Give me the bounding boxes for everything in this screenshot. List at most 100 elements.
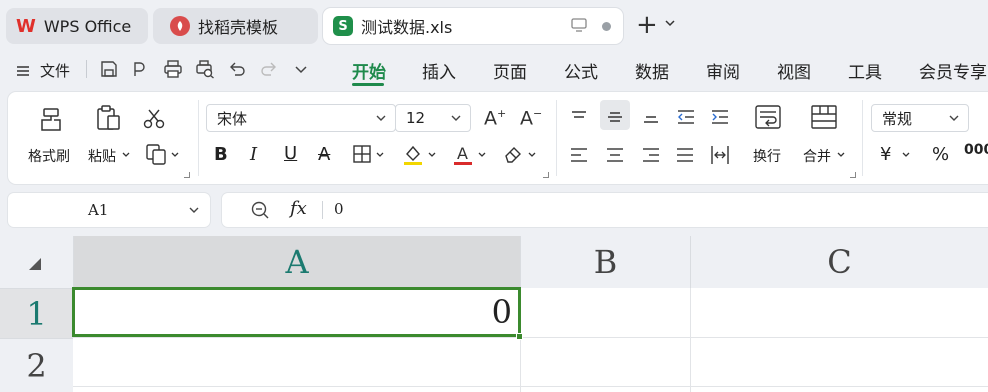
italic-icon[interactable]: I xyxy=(250,144,257,165)
merge-cells-label[interactable]: 合并 xyxy=(803,146,831,166)
print-preview-icon[interactable] xyxy=(195,59,215,79)
clear-format-icon[interactable] xyxy=(502,144,524,164)
row-header-1[interactable]: 1 xyxy=(0,288,73,338)
font-color-icon[interactable]: A xyxy=(452,142,474,166)
tab-insert[interactable]: 插入 xyxy=(422,58,456,83)
justify-icon[interactable] xyxy=(676,146,694,164)
tab-review[interactable]: 审阅 xyxy=(706,58,740,83)
alignment-launcher-icon[interactable] xyxy=(850,172,856,178)
name-box[interactable]: A1 xyxy=(8,193,210,227)
monitor-icon[interactable] xyxy=(571,18,587,32)
align-left-icon[interactable] xyxy=(570,146,588,164)
increase-font-icon[interactable]: A+ xyxy=(484,107,506,129)
chevron-down-icon[interactable] xyxy=(664,18,676,28)
gridline xyxy=(73,386,988,387)
tab-data[interactable]: 数据 xyxy=(635,58,669,83)
border-icon[interactable] xyxy=(352,144,372,164)
font-name-select[interactable]: 宋体 xyxy=(206,104,396,132)
wrap-text-label[interactable]: 换行 xyxy=(753,146,781,166)
chevron-down-icon[interactable] xyxy=(291,59,311,79)
strikethrough-icon[interactable]: A xyxy=(318,144,330,165)
undo-icon[interactable] xyxy=(227,59,247,79)
export-pdf-icon[interactable] xyxy=(129,59,149,79)
svg-text:A: A xyxy=(457,144,468,163)
tab-home[interactable]: 开始 xyxy=(352,58,386,83)
tab-current-file[interactable]: S 测试数据.xls xyxy=(323,8,623,44)
column-header-b[interactable]: B xyxy=(520,236,690,288)
chevron-down-icon[interactable] xyxy=(478,152,486,158)
column-header-a[interactable]: A xyxy=(73,236,520,288)
unsaved-dot-icon[interactable] xyxy=(602,22,611,31)
wrap-text-icon[interactable] xyxy=(754,104,782,134)
tab-view[interactable]: 视图 xyxy=(777,58,811,83)
tab-formula[interactable]: 公式 xyxy=(564,58,598,83)
chevron-down-icon[interactable] xyxy=(837,152,845,158)
number-format-select[interactable]: 常规 xyxy=(871,104,969,132)
divider xyxy=(862,100,863,176)
column-header-c[interactable]: C xyxy=(690,236,988,288)
chevron-down-icon[interactable] xyxy=(188,205,200,215)
cell-a1[interactable]: 0 xyxy=(72,287,521,337)
distributed-align-icon[interactable] xyxy=(710,144,730,166)
bold-icon[interactable]: B xyxy=(214,144,228,165)
tab-label: WPS Office xyxy=(43,16,132,36)
formula-input[interactable]: 0 xyxy=(334,200,344,218)
clipboard-launcher-icon[interactable] xyxy=(184,172,190,178)
fill-color-icon[interactable] xyxy=(402,142,424,166)
chevron-down-icon[interactable] xyxy=(902,152,910,158)
align-bottom-icon[interactable] xyxy=(642,108,660,126)
tab-tools[interactable]: 工具 xyxy=(848,58,882,83)
align-right-icon[interactable] xyxy=(642,146,660,164)
tab-page[interactable]: 页面 xyxy=(493,58,527,83)
thousands-separator-icon[interactable]: 000 xyxy=(964,142,988,158)
copy-icon[interactable] xyxy=(144,142,168,166)
tab-template[interactable]: 找稻壳模板 xyxy=(153,8,318,44)
font-size-select[interactable]: 12 xyxy=(395,104,471,132)
format-painter-label[interactable]: 格式刷 xyxy=(28,146,70,166)
row-header-2[interactable]: 2 xyxy=(0,338,73,392)
chevron-down-icon[interactable] xyxy=(376,152,384,158)
align-top-icon[interactable] xyxy=(570,108,588,126)
fx-icon[interactable]: fx xyxy=(290,198,307,219)
active-tab-indicator xyxy=(352,83,384,86)
divider xyxy=(198,100,199,176)
chevron-down-icon[interactable] xyxy=(428,152,436,158)
underline-icon[interactable]: U xyxy=(284,143,297,164)
fill-handle[interactable] xyxy=(516,333,523,340)
wps-logo-icon: W xyxy=(16,15,36,37)
merge-cells-icon[interactable] xyxy=(810,104,838,130)
increase-indent-icon[interactable] xyxy=(710,108,730,126)
paste-icon[interactable] xyxy=(94,104,122,132)
chevron-down-icon xyxy=(376,115,386,121)
tab-wps-office[interactable]: W WPS Office xyxy=(6,8,148,44)
format-painter-icon[interactable] xyxy=(38,106,64,132)
print-icon[interactable] xyxy=(163,59,183,79)
percent-icon[interactable]: % xyxy=(932,144,949,165)
paste-label[interactable]: 粘贴 xyxy=(88,146,116,166)
chevron-down-icon[interactable] xyxy=(528,152,536,158)
cell-a1-value: 0 xyxy=(491,293,512,331)
zoom-search-icon[interactable] xyxy=(250,200,270,220)
currency-icon[interactable]: ¥ xyxy=(880,144,891,165)
select-all-button[interactable] xyxy=(0,236,73,288)
align-middle-icon[interactable] xyxy=(606,108,624,126)
new-tab-button[interactable]: + xyxy=(636,12,658,38)
chevron-down-icon[interactable] xyxy=(171,152,179,158)
font-launcher-icon[interactable] xyxy=(543,172,549,178)
divider xyxy=(556,100,557,176)
gridline xyxy=(690,288,691,392)
chevron-down-icon[interactable] xyxy=(122,152,130,158)
decrease-font-icon[interactable]: A− xyxy=(520,107,542,129)
cut-icon[interactable] xyxy=(142,108,166,130)
decrease-indent-icon[interactable] xyxy=(676,108,696,126)
save-icon[interactable] xyxy=(99,59,119,79)
file-menu[interactable]: 文件 xyxy=(16,60,70,81)
redo-icon[interactable] xyxy=(259,59,279,79)
align-center-icon[interactable] xyxy=(606,146,624,164)
formula-bar[interactable]: fx 0 xyxy=(222,193,988,227)
menu-bar: 文件 开始 插入 页面 公式 数据 审阅 视图 工具 会员专享 xyxy=(0,50,988,88)
spreadsheet-grid: A B C 1 2 0 xyxy=(0,236,988,392)
font-size-value: 12 xyxy=(406,109,426,127)
chevron-down-icon xyxy=(451,115,461,121)
tab-member[interactable]: 会员专享 xyxy=(919,58,987,83)
